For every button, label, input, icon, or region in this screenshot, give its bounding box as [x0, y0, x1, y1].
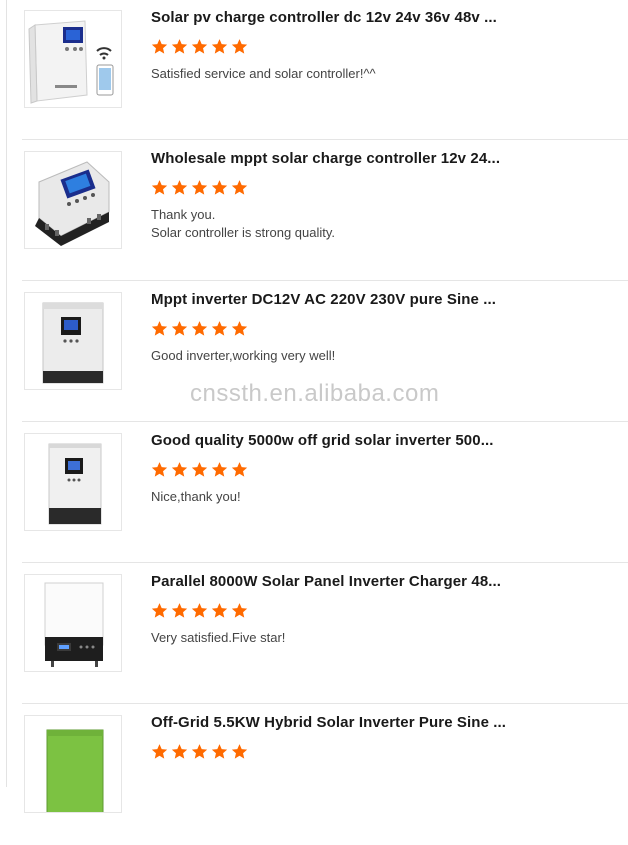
- divider: [22, 139, 628, 140]
- star-icon: [231, 321, 248, 336]
- rating-stars: [151, 743, 248, 761]
- product-thumbnail[interactable]: [24, 433, 122, 531]
- star-icon: [191, 744, 208, 759]
- star-icon: [211, 321, 228, 336]
- star-icon: [151, 462, 168, 477]
- star-icon: [191, 39, 208, 54]
- rating-stars: [151, 320, 248, 338]
- product-title[interactable]: Good quality 5000w off grid solar invert…: [151, 432, 621, 449]
- off-grid-inverter-icon: [25, 434, 121, 530]
- parallel-inverter-icon: [25, 575, 121, 671]
- inverter-icon: [25, 293, 121, 389]
- star-icon: [151, 603, 168, 618]
- review-item: Good quality 5000w off grid solar invert…: [22, 423, 628, 563]
- star-icon: [151, 321, 168, 336]
- product-title[interactable]: Wholesale mppt solar charge controller 1…: [151, 150, 621, 167]
- star-icon: [171, 603, 188, 618]
- star-icon: [191, 603, 208, 618]
- comment-line: Solar controller is strong quality.: [151, 225, 336, 240]
- comment-line: Satisfied service and solar controller!^…: [151, 66, 376, 81]
- star-icon: [151, 39, 168, 54]
- review-comment: Good inverter,working very well!: [151, 347, 611, 365]
- solar-charge-controller-wifi-icon: [25, 11, 121, 107]
- star-icon: [211, 744, 228, 759]
- rating-stars: [151, 461, 248, 479]
- review-comment: Thank you. Solar controller is strong qu…: [151, 206, 611, 242]
- product-thumbnail[interactable]: [24, 715, 122, 813]
- review-item: Off-Grid 5.5KW Hybrid Solar Inverter Pur…: [22, 705, 628, 845]
- review-item: Parallel 8000W Solar Panel Inverter Char…: [22, 564, 628, 704]
- review-item: Wholesale mppt solar charge controller 1…: [22, 141, 628, 281]
- star-icon: [151, 180, 168, 195]
- star-icon: [231, 180, 248, 195]
- star-icon: [171, 39, 188, 54]
- star-icon: [211, 39, 228, 54]
- product-thumbnail[interactable]: [24, 10, 122, 108]
- star-icon: [231, 603, 248, 618]
- star-icon: [171, 321, 188, 336]
- product-title[interactable]: Parallel 8000W Solar Panel Inverter Char…: [151, 573, 621, 590]
- star-icon: [191, 180, 208, 195]
- star-icon: [191, 321, 208, 336]
- comment-line: Nice,thank you!: [151, 489, 241, 504]
- hybrid-inverter-icon: [25, 716, 121, 812]
- review-comment: Satisfied service and solar controller!^…: [151, 65, 611, 83]
- product-thumbnail[interactable]: [24, 151, 122, 249]
- rating-stars: [151, 38, 248, 56]
- watermark: cnssth.en.alibaba.com: [190, 380, 440, 407]
- rating-stars: [151, 602, 248, 620]
- star-icon: [231, 462, 248, 477]
- divider: [22, 280, 628, 281]
- rating-stars: [151, 179, 248, 197]
- mppt-charge-controller-icon: [25, 152, 121, 248]
- star-icon: [211, 462, 228, 477]
- star-icon: [171, 744, 188, 759]
- star-icon: [171, 180, 188, 195]
- review-comment: Nice,thank you!: [151, 488, 611, 506]
- product-thumbnail[interactable]: [24, 574, 122, 672]
- star-icon: [171, 462, 188, 477]
- comment-line: Thank you.: [151, 207, 216, 222]
- star-icon: [211, 603, 228, 618]
- comment-line: Good inverter,working very well!: [151, 348, 336, 363]
- review-item: Solar pv charge controller dc 12v 24v 36…: [22, 0, 628, 140]
- star-icon: [231, 39, 248, 54]
- divider: [22, 703, 628, 704]
- product-title[interactable]: Solar pv charge controller dc 12v 24v 36…: [151, 9, 621, 26]
- star-icon: [211, 180, 228, 195]
- product-title[interactable]: Mppt inverter DC12V AC 220V 230V pure Si…: [151, 291, 621, 308]
- star-icon: [151, 744, 168, 759]
- divider: [22, 562, 628, 563]
- divider: [22, 421, 628, 422]
- star-icon: [231, 744, 248, 759]
- left-border: [6, 0, 7, 787]
- review-comment: Very satisfied.Five star!: [151, 629, 611, 647]
- comment-line: Very satisfied.Five star!: [151, 630, 286, 645]
- product-title[interactable]: Off-Grid 5.5KW Hybrid Solar Inverter Pur…: [151, 714, 621, 731]
- star-icon: [191, 462, 208, 477]
- product-thumbnail[interactable]: [24, 292, 122, 390]
